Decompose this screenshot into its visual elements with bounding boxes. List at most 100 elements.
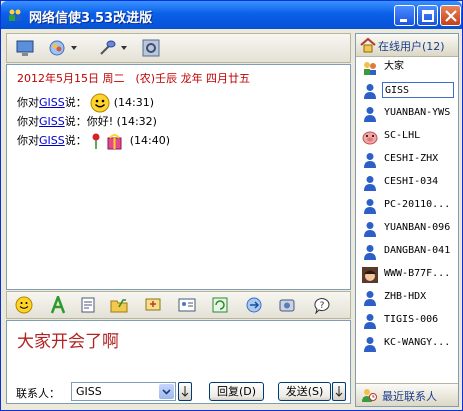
message-suffix: 说： bbox=[64, 134, 87, 147]
user-name: GISS bbox=[382, 82, 454, 98]
maximize-button[interactable] bbox=[417, 5, 438, 26]
message-prefix: 你对 bbox=[17, 96, 39, 109]
user-icon bbox=[364, 176, 376, 191]
bottom-bar: 联系人： GISS 回复(D) 发送(S) bbox=[6, 379, 351, 407]
user-item[interactable]: YUANBAN-YWS bbox=[360, 103, 456, 125]
message-user-link[interactable]: GISS bbox=[39, 115, 65, 128]
user-item[interactable]: TIGIS-006 bbox=[360, 310, 456, 332]
message-row: 你对GISS说：你好! (14:32) bbox=[17, 113, 157, 129]
send-options-button[interactable] bbox=[332, 382, 346, 401]
date-line: 2012年5月15日 周二 (农)壬辰 龙年 四月廿五 bbox=[17, 72, 251, 85]
user-icon bbox=[364, 337, 376, 352]
message-user-link[interactable]: GISS bbox=[39, 134, 65, 147]
message-prefix: 你对 bbox=[17, 134, 39, 147]
user-name: TIGIS-006 bbox=[384, 314, 439, 325]
users-config-dropdown-icon[interactable] bbox=[71, 46, 77, 50]
capture-icon[interactable] bbox=[278, 296, 296, 314]
send-file-icon[interactable] bbox=[79, 296, 97, 314]
help-icon[interactable]: ? bbox=[313, 296, 331, 314]
user-name: YUANBAN-YWS bbox=[384, 107, 451, 118]
user-item[interactable]: PC-20110... bbox=[360, 195, 456, 217]
group-icon bbox=[364, 62, 376, 75]
online-users-header[interactable]: 在线用户(12) bbox=[356, 34, 458, 57]
contact-card-icon[interactable] bbox=[178, 296, 196, 314]
user-name: SC-LHL bbox=[384, 130, 421, 141]
user-icon bbox=[364, 314, 376, 329]
refresh-icon[interactable] bbox=[211, 296, 229, 314]
user-icon bbox=[364, 222, 376, 237]
user-name: YUANBAN-096 bbox=[384, 222, 451, 233]
user-item[interactable]: CESHI-ZHX bbox=[360, 149, 456, 171]
message-prefix: 你对 bbox=[17, 115, 39, 128]
screen-icon[interactable] bbox=[15, 38, 35, 58]
main-window: 网络信使3.53改进版 2012年5月15日 周二 (农)壬辰 龙年 四月廿五 bbox=[0, 0, 463, 411]
smiley-icon bbox=[90, 93, 110, 113]
user-name: 大家 bbox=[384, 61, 404, 72]
chat-panel: 2012年5月15日 周二 (农)壬辰 龙年 四月廿五 你对GISS说： (14… bbox=[6, 33, 351, 407]
message-time: (14:40) bbox=[129, 134, 171, 147]
message-content: 你好! bbox=[86, 115, 114, 128]
user-name: ZHB-HDX bbox=[384, 291, 427, 302]
send-folder-icon[interactable] bbox=[110, 296, 128, 314]
settings-gear-icon[interactable] bbox=[141, 38, 161, 58]
message-time: (14:31) bbox=[113, 96, 155, 109]
user-item[interactable]: SC-LHL bbox=[360, 126, 456, 148]
reply-button[interactable]: 回复(D) bbox=[209, 382, 264, 401]
message-suffix: 说： bbox=[64, 115, 87, 128]
user-item[interactable]: WWW-B77F... bbox=[360, 264, 456, 286]
close-button[interactable] bbox=[440, 5, 461, 26]
user-item[interactable]: YUANBAN-096 bbox=[360, 218, 456, 240]
emoticon-icon[interactable] bbox=[15, 296, 33, 314]
microphone-icon[interactable] bbox=[97, 38, 117, 58]
app-users-icon bbox=[9, 9, 21, 21]
format-toolbar: ? bbox=[6, 291, 351, 319]
user-icon bbox=[364, 199, 376, 214]
share-icon[interactable] bbox=[245, 296, 263, 314]
minimize-button[interactable] bbox=[394, 5, 415, 26]
message-input-text[interactable]: 大家开会了啊 bbox=[17, 327, 119, 352]
user-name: CESHI-ZHX bbox=[384, 153, 439, 164]
microphone-dropdown-icon[interactable] bbox=[121, 46, 127, 50]
online-users-panel: 在线用户(12) 大家 GISS YUANBAN-YWS SC-LHL CESH… bbox=[355, 33, 459, 407]
message-user-link[interactable]: GISS bbox=[39, 96, 65, 109]
contact-select[interactable]: GISS bbox=[71, 382, 176, 401]
face-avatar-icon bbox=[362, 267, 378, 283]
recent-contacts-icon bbox=[362, 389, 377, 402]
user-name: CESHI-034 bbox=[384, 176, 439, 187]
recent-contacts-tab[interactable]: 最近联系人 bbox=[356, 383, 458, 406]
home-icon bbox=[360, 37, 376, 53]
message-time: (14:32) bbox=[116, 115, 157, 128]
user-item[interactable]: DANGBAN-041 bbox=[360, 241, 456, 263]
svg-text:?: ? bbox=[320, 301, 325, 311]
chevron-down-icon bbox=[162, 389, 171, 395]
contact-select-dropdown-button[interactable] bbox=[159, 384, 174, 399]
rose-gift-icon bbox=[92, 133, 122, 150]
user-name: PC-20110... bbox=[384, 199, 451, 210]
user-name: KC-WANGY... bbox=[384, 337, 451, 348]
arrow-down-icon bbox=[181, 386, 189, 397]
user-item[interactable]: 大家 bbox=[360, 57, 456, 79]
user-name: DANGBAN-041 bbox=[384, 245, 451, 256]
user-icon bbox=[364, 291, 376, 306]
arrow-down-icon bbox=[335, 386, 343, 397]
chat-history[interactable]: 2012年5月15日 周二 (农)壬辰 龙年 四月廿五 你对GISS说： (14… bbox=[6, 64, 351, 290]
message-row: 你对GISS说： (14:31) bbox=[17, 93, 154, 113]
online-users-title: 在线用户(12) bbox=[378, 40, 445, 53]
maximize-icon bbox=[422, 10, 434, 22]
screenshot-icon[interactable] bbox=[144, 296, 162, 314]
font-icon[interactable] bbox=[49, 296, 67, 314]
message-row: 你对GISS说： (14:40) bbox=[17, 131, 170, 151]
user-icon bbox=[364, 153, 376, 168]
users-config-icon[interactable] bbox=[47, 38, 67, 58]
title-bar[interactable]: 网络信使3.53改进版 bbox=[1, 1, 462, 29]
send-button[interactable]: 发送(S) bbox=[278, 382, 331, 401]
user-name: WWW-B77F... bbox=[384, 268, 451, 279]
user-item[interactable]: KC-WANGY... bbox=[360, 333, 456, 355]
contact-label: 联系人： bbox=[16, 387, 60, 400]
recent-contacts-label: 最近联系人 bbox=[382, 390, 437, 403]
user-item[interactable]: ZHB-HDX bbox=[360, 287, 456, 309]
user-item[interactable]: CESHI-034 bbox=[360, 172, 456, 194]
window-title: 网络信使3.53改进版 bbox=[29, 11, 153, 26]
contact-down-button[interactable] bbox=[178, 382, 192, 401]
user-item-selected[interactable]: GISS bbox=[360, 80, 456, 102]
